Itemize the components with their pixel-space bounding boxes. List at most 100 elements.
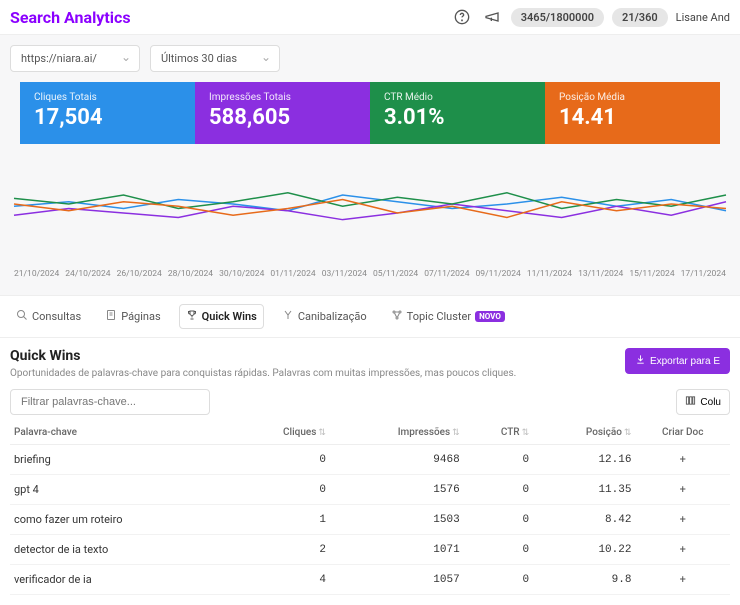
period-select[interactable]: Últimos 30 dias — [150, 45, 280, 72]
sort-icon: ⇅ — [522, 428, 530, 438]
x-tick: 21/10/2024 — [14, 269, 59, 279]
x-tick: 13/11/2024 — [578, 269, 623, 279]
cell-keyword: briefing — [10, 445, 233, 475]
cell-impressions: 1071 — [330, 535, 464, 565]
trend-chart — [10, 144, 730, 264]
columns-button[interactable]: Colu — [676, 389, 730, 415]
create-doc-button[interactable]: + — [635, 535, 730, 565]
section-description: Oportunidades de palavras-chave para con… — [10, 368, 516, 379]
tab-canibalizacao[interactable]: Canibalização — [276, 305, 373, 328]
sort-icon: ⇅ — [452, 428, 460, 438]
search-icon — [16, 309, 28, 324]
export-button[interactable]: Exportar para E — [625, 348, 730, 374]
trophy-icon — [186, 309, 198, 324]
cell-impressions: 1057 — [330, 565, 464, 595]
tab-label: Páginas — [121, 310, 160, 323]
x-tick: 03/11/2024 — [322, 269, 367, 279]
metrics-row: Cliques Totais 17,504 Impressões Totais … — [20, 82, 720, 144]
cell-ctr: 0 — [464, 505, 533, 535]
cell-ctr: 0 — [464, 445, 533, 475]
table-row[interactable]: detector de ia texto21071010.22+ — [10, 535, 730, 565]
cell-impressions: 9468 — [330, 445, 464, 475]
table-row[interactable]: gpt 401576011.35+ — [10, 475, 730, 505]
usage-counter-1: 3465/1800000 — [511, 8, 604, 27]
download-icon — [635, 354, 646, 368]
metric-label: Posição Média — [559, 92, 706, 103]
col-clicks[interactable]: Cliques⇅ — [233, 421, 330, 445]
sort-icon: ⇅ — [318, 428, 326, 438]
metric-value: 588,605 — [209, 105, 356, 130]
cell-position: 12.16 — [533, 445, 635, 475]
usage-counter-2: 21/360 — [612, 8, 668, 27]
announce-icon[interactable] — [481, 6, 503, 28]
page-title: Search Analytics — [10, 8, 131, 27]
metric-value: 14.41 — [559, 105, 706, 130]
page-icon — [105, 309, 117, 324]
tab-consultas[interactable]: Consultas — [10, 305, 87, 328]
site-select[interactable]: https://niara.ai/ — [10, 45, 140, 72]
x-tick: 05/11/2024 — [373, 269, 418, 279]
quickwins-table: Palavra-chave Cliques⇅ Impressões⇅ CTR⇅ … — [10, 421, 730, 595]
col-impressions[interactable]: Impressões⇅ — [330, 421, 464, 445]
x-tick: 11/11/2024 — [527, 269, 572, 279]
table-row[interactable]: como fazer um roteiro1150308.42+ — [10, 505, 730, 535]
columns-label: Colu — [700, 397, 721, 408]
cell-clicks: 0 — [233, 445, 330, 475]
cell-ctr: 0 — [464, 565, 533, 595]
metric-label: Impressões Totais — [209, 92, 356, 103]
metric-position[interactable]: Posição Média 14.41 — [545, 82, 720, 144]
x-tick: 24/10/2024 — [65, 269, 110, 279]
export-label: Exportar para E — [650, 356, 720, 367]
section-title: Quick Wins — [10, 348, 516, 364]
new-badge: NOVO — [475, 311, 505, 322]
x-tick: 26/10/2024 — [117, 269, 162, 279]
create-doc-button[interactable]: + — [635, 475, 730, 505]
col-position[interactable]: Posição⇅ — [533, 421, 635, 445]
col-create: Criar Doc — [635, 421, 730, 445]
cell-clicks: 0 — [233, 475, 330, 505]
col-keyword[interactable]: Palavra-chave — [10, 421, 233, 445]
metric-label: CTR Médio — [384, 92, 531, 103]
sort-icon: ⇅ — [624, 428, 632, 438]
columns-icon — [685, 395, 696, 409]
cell-impressions: 1503 — [330, 505, 464, 535]
metric-value: 3.01% — [384, 105, 531, 130]
create-doc-button[interactable]: + — [635, 505, 730, 535]
metric-label: Cliques Totais — [34, 92, 181, 103]
tab-label: Consultas — [32, 310, 81, 323]
cell-keyword: detector de ia texto — [10, 535, 233, 565]
cell-impressions: 1576 — [330, 475, 464, 505]
metric-clicks[interactable]: Cliques Totais 17,504 — [20, 82, 195, 144]
keyword-filter-input[interactable] — [10, 389, 210, 415]
create-doc-button[interactable]: + — [635, 445, 730, 475]
tab-topiccluster[interactable]: Topic Cluster NOVO — [385, 305, 511, 328]
help-icon[interactable] — [451, 6, 473, 28]
cell-clicks: 4 — [233, 565, 330, 595]
metric-impressions[interactable]: Impressões Totais 588,605 — [195, 82, 370, 144]
cluster-icon — [391, 309, 403, 324]
x-tick: 15/11/2024 — [629, 269, 674, 279]
tab-quickwins[interactable]: Quick Wins — [179, 304, 264, 329]
x-tick: 01/11/2024 — [270, 269, 315, 279]
split-icon — [282, 309, 294, 324]
cell-keyword: gpt 4 — [10, 475, 233, 505]
table-row[interactable]: briefing09468012.16+ — [10, 445, 730, 475]
cell-keyword: como fazer um roteiro — [10, 505, 233, 535]
metric-ctr[interactable]: CTR Médio 3.01% — [370, 82, 545, 144]
col-ctr[interactable]: CTR⇅ — [464, 421, 533, 445]
table-row[interactable]: verificador de ia4105709.8+ — [10, 565, 730, 595]
tab-label: Quick Wins — [202, 310, 257, 323]
cell-position: 11.35 — [533, 475, 635, 505]
tab-paginas[interactable]: Páginas — [99, 305, 166, 328]
cell-ctr: 0 — [464, 475, 533, 505]
x-tick: 07/11/2024 — [424, 269, 469, 279]
cell-position: 10.22 — [533, 535, 635, 565]
cell-clicks: 1 — [233, 505, 330, 535]
cell-ctr: 0 — [464, 535, 533, 565]
x-tick: 28/10/2024 — [168, 269, 213, 279]
create-doc-button[interactable]: + — [635, 565, 730, 595]
cell-clicks: 2 — [233, 535, 330, 565]
user-name[interactable]: Lisane And — [676, 11, 730, 24]
x-tick: 09/11/2024 — [476, 269, 521, 279]
x-tick: 30/10/2024 — [219, 269, 264, 279]
